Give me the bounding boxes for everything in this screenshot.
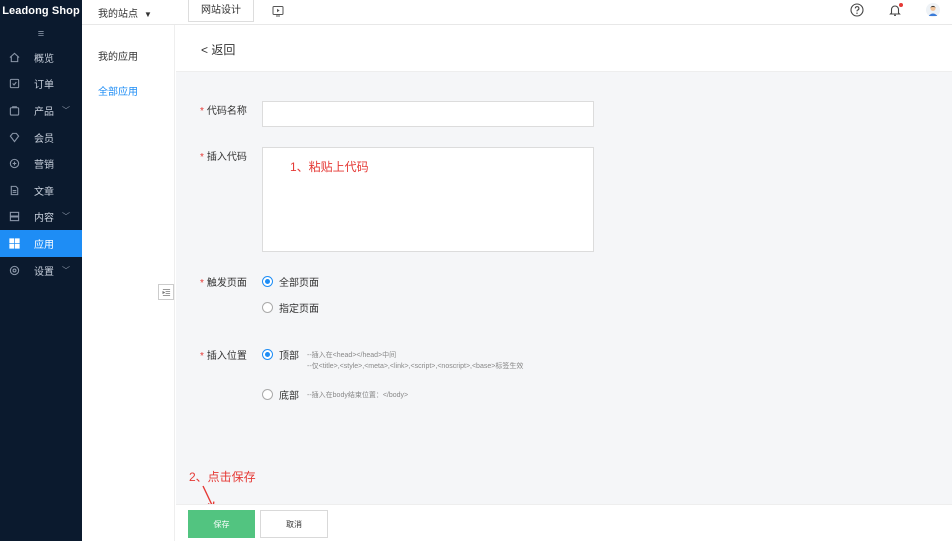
radio-checked-icon [262,349,273,360]
notification-dot [899,3,903,7]
marketing-icon [8,158,20,170]
radio-label: 全部页面 [279,278,319,289]
help-icon[interactable] [850,3,864,17]
sidebar-item-marketing[interactable]: 营销 [0,150,82,177]
preview-icon[interactable] [272,5,284,17]
chevron-down-icon: ﹀ [62,212,70,222]
top-bar: 我的站点 ▼ 网站设计 [82,0,952,25]
sidebar-item-label: 会员 [34,133,54,145]
settings-icon [8,264,20,276]
sidebar-item-label: 概览 [34,53,54,65]
sidebar-item-content[interactable]: 内容 ﹀ [0,204,82,231]
insert-position-label: * 插入位置 [200,351,247,362]
sidebar-item-label: 内容 [34,213,54,225]
position-bottom-hint: --插入在body结束位置：</body> [307,391,409,399]
chevron-down-icon: ﹀ [62,105,70,115]
page-header: < 返回 [176,25,952,72]
submenu-item-all-apps[interactable]: 全部应用 [98,83,138,98]
bell-icon[interactable] [888,3,903,17]
trigger-specific-pages-radio[interactable]: 指定页面 [262,300,319,315]
radio-label: 顶部 [279,351,299,362]
sidebar-item-label: 营销 [34,160,54,172]
trigger-all-pages-radio[interactable]: 全部页面 [262,274,319,289]
sidebar-item-members[interactable]: 会员 [0,124,82,151]
position-bottom-radio[interactable]: 底部 --插入在body结束位置：</body> [262,387,408,402]
sidebar-item-orders[interactable]: 订单 [0,71,82,98]
submenu-fold-icon[interactable] [158,284,174,300]
site-select-label: 我的站点 [98,9,138,20]
sidebar-item-label: 订单 [34,80,54,92]
bag-icon [8,104,20,116]
position-top-hint: --插入在<head></head>中间 [307,351,397,359]
paste-code-annotation: 1、粘贴上代码 [290,160,369,174]
sidebar: Leadong Shop ≡ 概览 订单 产品 ﹀ 会员 营销 文章 内容 ﹀ … [0,0,82,541]
menu-collapse-icon[interactable]: ≡ [0,24,82,44]
sidebar-item-apps[interactable]: 应用 [0,230,82,257]
diamond-icon [8,131,20,143]
code-name-input[interactable] [262,101,594,127]
cancel-button[interactable]: 取消 [260,510,328,538]
brand-logo[interactable]: Leadong Shop [0,0,82,24]
order-icon [8,78,20,90]
sidebar-item-label: 应用 [34,239,54,251]
main-content: < 返回 * 代码名称 * 插入代码 1、粘贴上代码 * 触发页面 全部页面 指定页面… [176,25,952,541]
submenu-item-my-apps[interactable]: 我的应用 [98,48,138,63]
content-icon [8,211,20,223]
save-button[interactable]: 保存 [188,510,255,538]
apps-icon [8,237,20,249]
insert-code-textarea[interactable]: 1、粘贴上代码 [262,147,594,252]
insert-code-label: * 插入代码 [200,152,247,163]
click-save-annotation: 2、点击保存 [189,470,256,484]
trigger-page-label: * 触发页面 [200,278,247,289]
home-icon [8,51,20,63]
position-top-hint-2: --仅<title>,<style>,<meta>,<link>,<script… [307,363,524,370]
sidebar-item-label: 文章 [34,186,54,198]
radio-unchecked-icon [262,302,273,313]
radio-label: 底部 [279,391,299,402]
sidebar-item-overview[interactable]: 概览 [0,44,82,71]
code-name-label: * 代码名称 [200,106,247,117]
radio-label: 指定页面 [279,304,319,315]
back-button[interactable]: < 返回 [201,41,235,58]
radio-checked-icon [262,276,273,287]
site-design-button[interactable]: 网站设计 [188,0,254,22]
site-select[interactable]: 我的站点 ▼ [98,5,152,20]
sidebar-item-label: 产品 [34,106,54,118]
document-icon [8,184,20,196]
sidebar-item-products[interactable]: 产品 ﹀ [0,97,82,124]
chevron-down-icon: ﹀ [62,265,70,275]
avatar[interactable] [926,3,940,17]
sidebar-item-articles[interactable]: 文章 [0,177,82,204]
top-right-actions [850,3,940,17]
radio-unchecked-icon [262,389,273,400]
form-footer: 保存 取消 [176,504,952,541]
sidebar-item-label: 设置 [34,266,54,278]
position-top-radio[interactable]: 顶部 --插入在<head></head>中间 [262,347,396,362]
caret-down-icon: ▼ [144,10,152,19]
app-submenu: 我的应用 全部应用 [82,25,175,541]
sidebar-item-settings[interactable]: 设置 ﹀ [0,257,82,284]
